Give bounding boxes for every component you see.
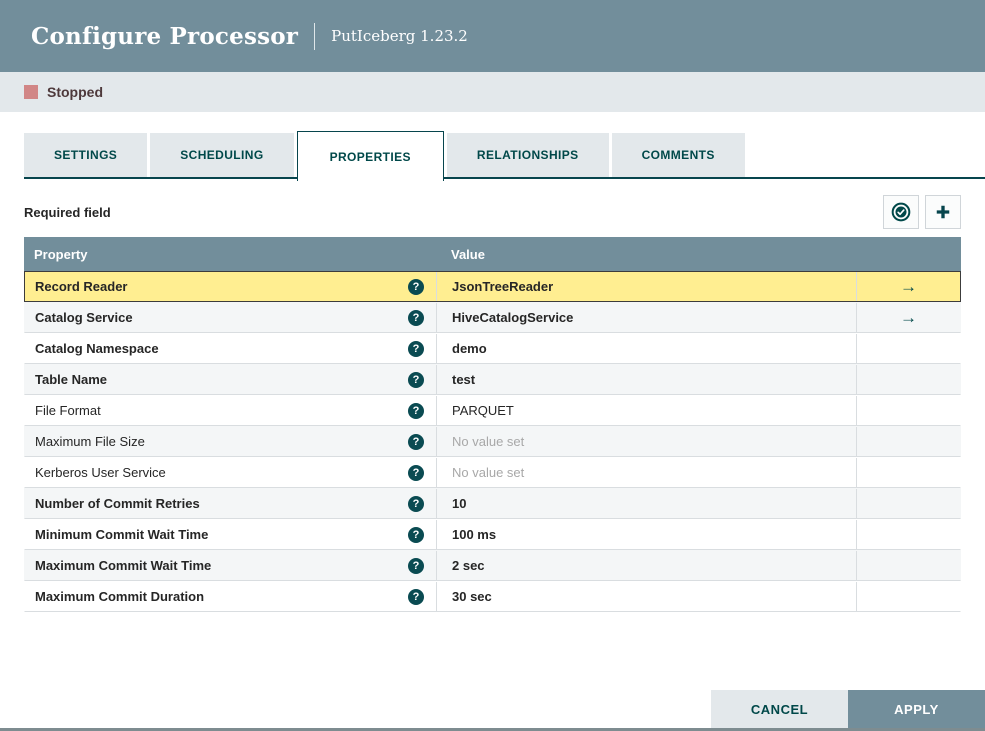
- tab-comments[interactable]: COMMENTS: [611, 133, 745, 177]
- property-name: Maximum Commit Wait Time: [35, 558, 212, 573]
- property-value[interactable]: 30 sec: [452, 589, 492, 604]
- property-name: Kerberos User Service: [35, 465, 166, 480]
- table-row[interactable]: Maximum Commit Wait Time ? 2 sec →: [24, 550, 961, 581]
- property-value[interactable]: JsonTreeReader: [452, 279, 553, 294]
- table-row[interactable]: Number of Commit Retries ? 10 →: [24, 488, 961, 519]
- tab-scheduling[interactable]: SCHEDULING: [150, 133, 294, 177]
- tab-bar: SETTINGS SCHEDULING PROPERTIES RELATIONSHIP…: [0, 131, 985, 181]
- help-icon[interactable]: ?: [408, 278, 424, 295]
- table-row[interactable]: Catalog Namespace ? demo →: [24, 333, 961, 364]
- required-field-hint: Required field: [24, 204, 111, 220]
- table-row[interactable]: Catalog Service ? HiveCatalogService →: [24, 302, 961, 333]
- cancel-button[interactable]: CANCEL: [711, 690, 848, 728]
- plus-icon: [933, 202, 953, 222]
- help-icon[interactable]: ?: [408, 309, 424, 326]
- go-to-service-arrow-icon[interactable]: →: [900, 278, 917, 295]
- property-value[interactable]: 100 ms: [452, 527, 496, 542]
- help-icon[interactable]: ?: [408, 495, 424, 512]
- add-property-button[interactable]: [925, 195, 961, 229]
- go-to-service-arrow-icon[interactable]: →: [900, 309, 917, 326]
- table-row[interactable]: Record Reader ? JsonTreeReader →: [24, 271, 961, 302]
- help-icon[interactable]: ?: [408, 433, 424, 450]
- verify-properties-button[interactable]: [883, 195, 919, 229]
- help-icon[interactable]: ?: [408, 402, 424, 419]
- check-circle-icon: [891, 202, 911, 222]
- toolbar-actions: [877, 195, 961, 229]
- property-value[interactable]: test: [452, 372, 475, 387]
- properties-table: Property Value Record Reader ? JsonTreeR…: [24, 237, 961, 612]
- properties-table-body: Record Reader ? JsonTreeReader → Catalog…: [24, 271, 961, 612]
- property-name: Table Name: [35, 372, 108, 387]
- help-icon[interactable]: ?: [408, 464, 424, 481]
- property-value[interactable]: PARQUET: [452, 403, 514, 418]
- help-icon[interactable]: ?: [408, 588, 424, 605]
- processor-type-version: PutIceberg 1.23.2: [331, 27, 468, 45]
- properties-toolbar: Required field: [24, 195, 961, 229]
- table-row[interactable]: File Format ? PARQUET →: [24, 395, 961, 426]
- help-icon[interactable]: ?: [408, 526, 424, 543]
- property-value[interactable]: 10: [452, 496, 466, 511]
- title-divider: [314, 22, 316, 50]
- property-name: Maximum File Size: [35, 434, 145, 449]
- property-name: Maximum Commit Duration: [35, 589, 205, 604]
- property-name: Record Reader: [35, 279, 128, 294]
- property-value[interactable]: HiveCatalogService: [452, 310, 573, 325]
- table-row[interactable]: Minimum Commit Wait Time ? 100 ms →: [24, 519, 961, 550]
- status-label: Stopped: [47, 84, 103, 100]
- property-name: Catalog Namespace: [35, 341, 159, 356]
- dialog-title: Configure Processor: [31, 22, 299, 50]
- tab-relationships[interactable]: RELATIONSHIPS: [446, 133, 609, 177]
- column-header-value: Value: [451, 246, 485, 262]
- dialog-header: Configure Processor PutIceberg 1.23.2: [0, 0, 985, 72]
- property-name: Number of Commit Retries: [35, 496, 200, 511]
- tab-settings[interactable]: SETTINGS: [24, 133, 148, 177]
- table-row[interactable]: Kerberos User Service ? No value set →: [24, 457, 961, 488]
- stopped-status-icon: [24, 85, 38, 99]
- property-value[interactable]: No value set: [452, 434, 524, 449]
- help-icon[interactable]: ?: [408, 557, 424, 574]
- dialog-footer: CANCEL APPLY: [711, 690, 985, 728]
- tab-properties[interactable]: PROPERTIES: [296, 131, 444, 181]
- property-name: Catalog Service: [35, 310, 133, 325]
- property-name: File Format: [35, 403, 101, 418]
- column-header-property: Property: [34, 246, 88, 262]
- table-row[interactable]: Table Name ? test →: [24, 364, 961, 395]
- status-bar: Stopped: [0, 72, 985, 112]
- property-value[interactable]: 2 sec: [452, 558, 485, 573]
- help-icon[interactable]: ?: [408, 340, 424, 357]
- table-row[interactable]: Maximum Commit Duration ? 30 sec →: [24, 581, 961, 612]
- apply-button[interactable]: APPLY: [848, 690, 985, 728]
- help-icon[interactable]: ?: [408, 371, 424, 388]
- property-name: Minimum Commit Wait Time: [35, 527, 209, 542]
- table-header-row: Property Value: [24, 237, 961, 271]
- property-value[interactable]: No value set: [452, 465, 524, 480]
- table-row[interactable]: Maximum File Size ? No value set →: [24, 426, 961, 457]
- property-value[interactable]: demo: [452, 341, 487, 356]
